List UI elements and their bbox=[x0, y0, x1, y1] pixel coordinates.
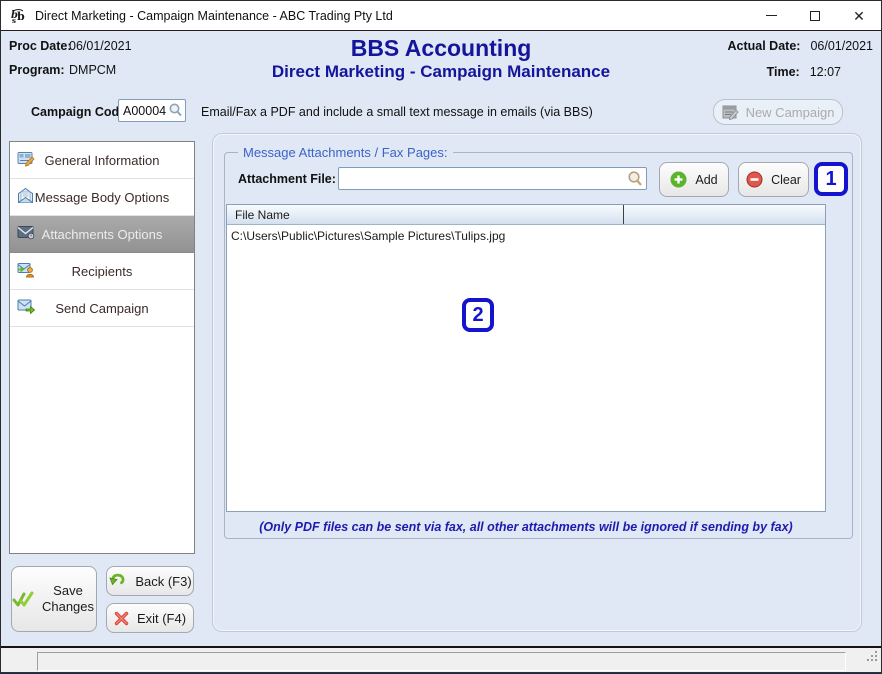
campaign-description: Email/Fax a PDF and include a small text… bbox=[201, 105, 593, 119]
recipients-icon bbox=[17, 262, 35, 281]
sidebar-item-label: Message Body Options bbox=[35, 190, 169, 205]
annotation-badge-2: 2 bbox=[462, 298, 494, 332]
actual-date-label: Actual Date: bbox=[728, 39, 801, 53]
sidebar-item-label: Send Campaign bbox=[55, 301, 148, 316]
sidebar-item-send-campaign[interactable]: Send Campaign bbox=[10, 290, 194, 327]
new-campaign-label: New Campaign bbox=[746, 105, 835, 120]
attachment-file-label: Attachment File: bbox=[238, 172, 336, 186]
save-changes-button[interactable]: Save Changes bbox=[11, 566, 97, 632]
sidebar-item-message-body-options[interactable]: Message Body Options bbox=[10, 179, 194, 216]
red-x-icon bbox=[114, 611, 129, 626]
close-icon: ✕ bbox=[853, 9, 865, 23]
app-icon: b b s bbox=[8, 6, 28, 26]
annotation-badge-1: 1 bbox=[814, 162, 848, 196]
message-body-icon bbox=[17, 187, 34, 207]
attachment-file-search-icon[interactable] bbox=[627, 170, 643, 192]
double-check-icon bbox=[12, 590, 34, 609]
window-title: Direct Marketing - Campaign Maintenance … bbox=[35, 9, 393, 23]
status-bar bbox=[1, 648, 882, 672]
close-button[interactable]: ✕ bbox=[837, 1, 881, 30]
time-value: 12:07 bbox=[810, 65, 841, 79]
titlebar: b b s Direct Marketing - Campaign Mainte… bbox=[1, 1, 881, 31]
groupbox-title: Message Attachments / Fax Pages: bbox=[238, 145, 453, 160]
exit-button[interactable]: Exit (F4) bbox=[106, 603, 194, 633]
status-panel bbox=[37, 652, 846, 671]
add-button-label: Add bbox=[695, 173, 717, 187]
save-changes-label: Save Changes bbox=[40, 583, 96, 616]
actual-date-value: 06/01/2021 bbox=[810, 39, 873, 53]
attachments-options-icon bbox=[17, 226, 35, 243]
minimize-button[interactable] bbox=[749, 1, 793, 30]
column-header-file-name[interactable]: File Name bbox=[227, 205, 624, 224]
form-pencil-icon bbox=[722, 105, 739, 120]
app-window: b b s Direct Marketing - Campaign Mainte… bbox=[0, 0, 882, 674]
add-button[interactable]: Add bbox=[659, 162, 729, 197]
campaign-code-search-icon[interactable] bbox=[168, 102, 183, 123]
plus-circle-icon bbox=[670, 171, 687, 188]
sidebar-item-label: General Information bbox=[45, 153, 160, 168]
file-list-row[interactable]: C:\Users\Public\Pictures\Sample Pictures… bbox=[227, 225, 825, 242]
sidebar-nav: General Information Message Body Options bbox=[9, 141, 195, 554]
sidebar-item-attachments-options[interactable]: Attachments Options bbox=[10, 216, 194, 253]
fax-note: (Only PDF files can be sent via fax, all… bbox=[226, 520, 826, 534]
sidebar-item-recipients[interactable]: Recipients bbox=[10, 253, 194, 290]
campaign-code-label: Campaign Code: bbox=[31, 105, 130, 119]
minus-circle-icon bbox=[746, 171, 763, 188]
resize-grip[interactable] bbox=[866, 650, 879, 668]
new-campaign-button[interactable]: New Campaign bbox=[713, 99, 843, 125]
return-arrow-icon bbox=[108, 573, 127, 589]
sidebar-item-label: Recipients bbox=[72, 264, 133, 279]
send-campaign-icon bbox=[17, 299, 35, 317]
clear-button-label: Clear bbox=[771, 173, 801, 187]
maximize-icon bbox=[810, 11, 820, 21]
clear-button[interactable]: Clear bbox=[738, 162, 809, 197]
sidebar-item-label: Attachments Options bbox=[42, 227, 163, 242]
back-button-label: Back (F3) bbox=[135, 574, 191, 589]
screen-title: Direct Marketing - Campaign Maintenance bbox=[1, 62, 881, 82]
minimize-icon bbox=[766, 15, 777, 16]
time-label: Time: bbox=[767, 65, 800, 79]
attachment-file-input[interactable] bbox=[338, 167, 647, 190]
svg-text:s: s bbox=[12, 16, 16, 25]
general-information-icon bbox=[17, 151, 35, 170]
maximize-button[interactable] bbox=[793, 1, 837, 30]
exit-button-label: Exit (F4) bbox=[137, 611, 186, 626]
column-header-spacer bbox=[624, 205, 825, 224]
back-button[interactable]: Back (F3) bbox=[106, 566, 194, 596]
file-list-header: File Name bbox=[227, 205, 825, 225]
svg-text:b: b bbox=[17, 10, 25, 23]
attachment-file-list[interactable]: File Name C:\Users\Public\Pictures\Sampl… bbox=[226, 204, 826, 512]
sidebar-item-general-information[interactable]: General Information bbox=[10, 142, 194, 179]
